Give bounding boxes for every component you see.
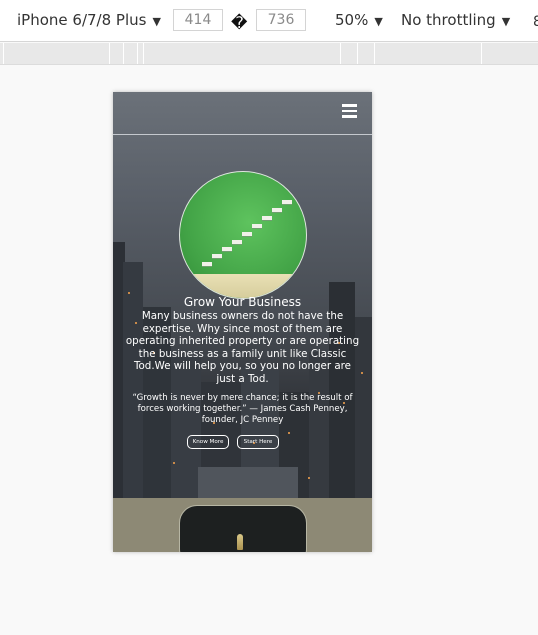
skyline-building <box>198 467 298 498</box>
caret-down-icon: ▼ <box>501 15 511 28</box>
overflow-indicator[interactable]: 8 <box>533 14 538 30</box>
start-here-button[interactable]: Start Here <box>237 435 279 449</box>
swap-dimensions-icon[interactable]: � <box>231 13 247 32</box>
stairs-image <box>179 171 307 299</box>
device-select[interactable]: iPhone 6/7/8 Plus ▼ <box>17 11 161 29</box>
device-toolbar: iPhone 6/7/8 Plus ▼ � 50% ▼ No throttling ▼… <box>0 0 538 42</box>
navbar-divider <box>113 134 372 135</box>
hero-section: Grow Your Business Many business owners … <box>113 92 372 498</box>
device-viewport[interactable]: Grow Your Business Many business owners … <box>113 92 372 552</box>
hero-description: Many business owners do not have the exp… <box>125 310 360 385</box>
height-input[interactable] <box>256 9 306 31</box>
zoom-select[interactable]: 50% ▼ <box>335 11 383 29</box>
width-input[interactable] <box>173 9 223 31</box>
chess-image <box>179 505 307 552</box>
hamburger-menu-icon[interactable] <box>342 104 357 118</box>
throttling-select[interactable]: No throttling ▼ <box>401 11 510 29</box>
device-select-label: iPhone 6/7/8 Plus <box>17 11 147 29</box>
caret-down-icon: ▼ <box>152 15 161 28</box>
media-query-ruler[interactable] <box>0 43 538 65</box>
caret-down-icon: ▼ <box>374 15 383 28</box>
hero-quote: “Growth is never by mere chance; it is t… <box>132 393 353 425</box>
zoom-label: 50% <box>335 11 369 29</box>
throttling-label: No throttling <box>401 11 496 29</box>
hero-title: Grow Your Business <box>183 295 302 309</box>
know-more-button[interactable]: Know More <box>187 435 229 449</box>
next-section <box>113 498 372 552</box>
